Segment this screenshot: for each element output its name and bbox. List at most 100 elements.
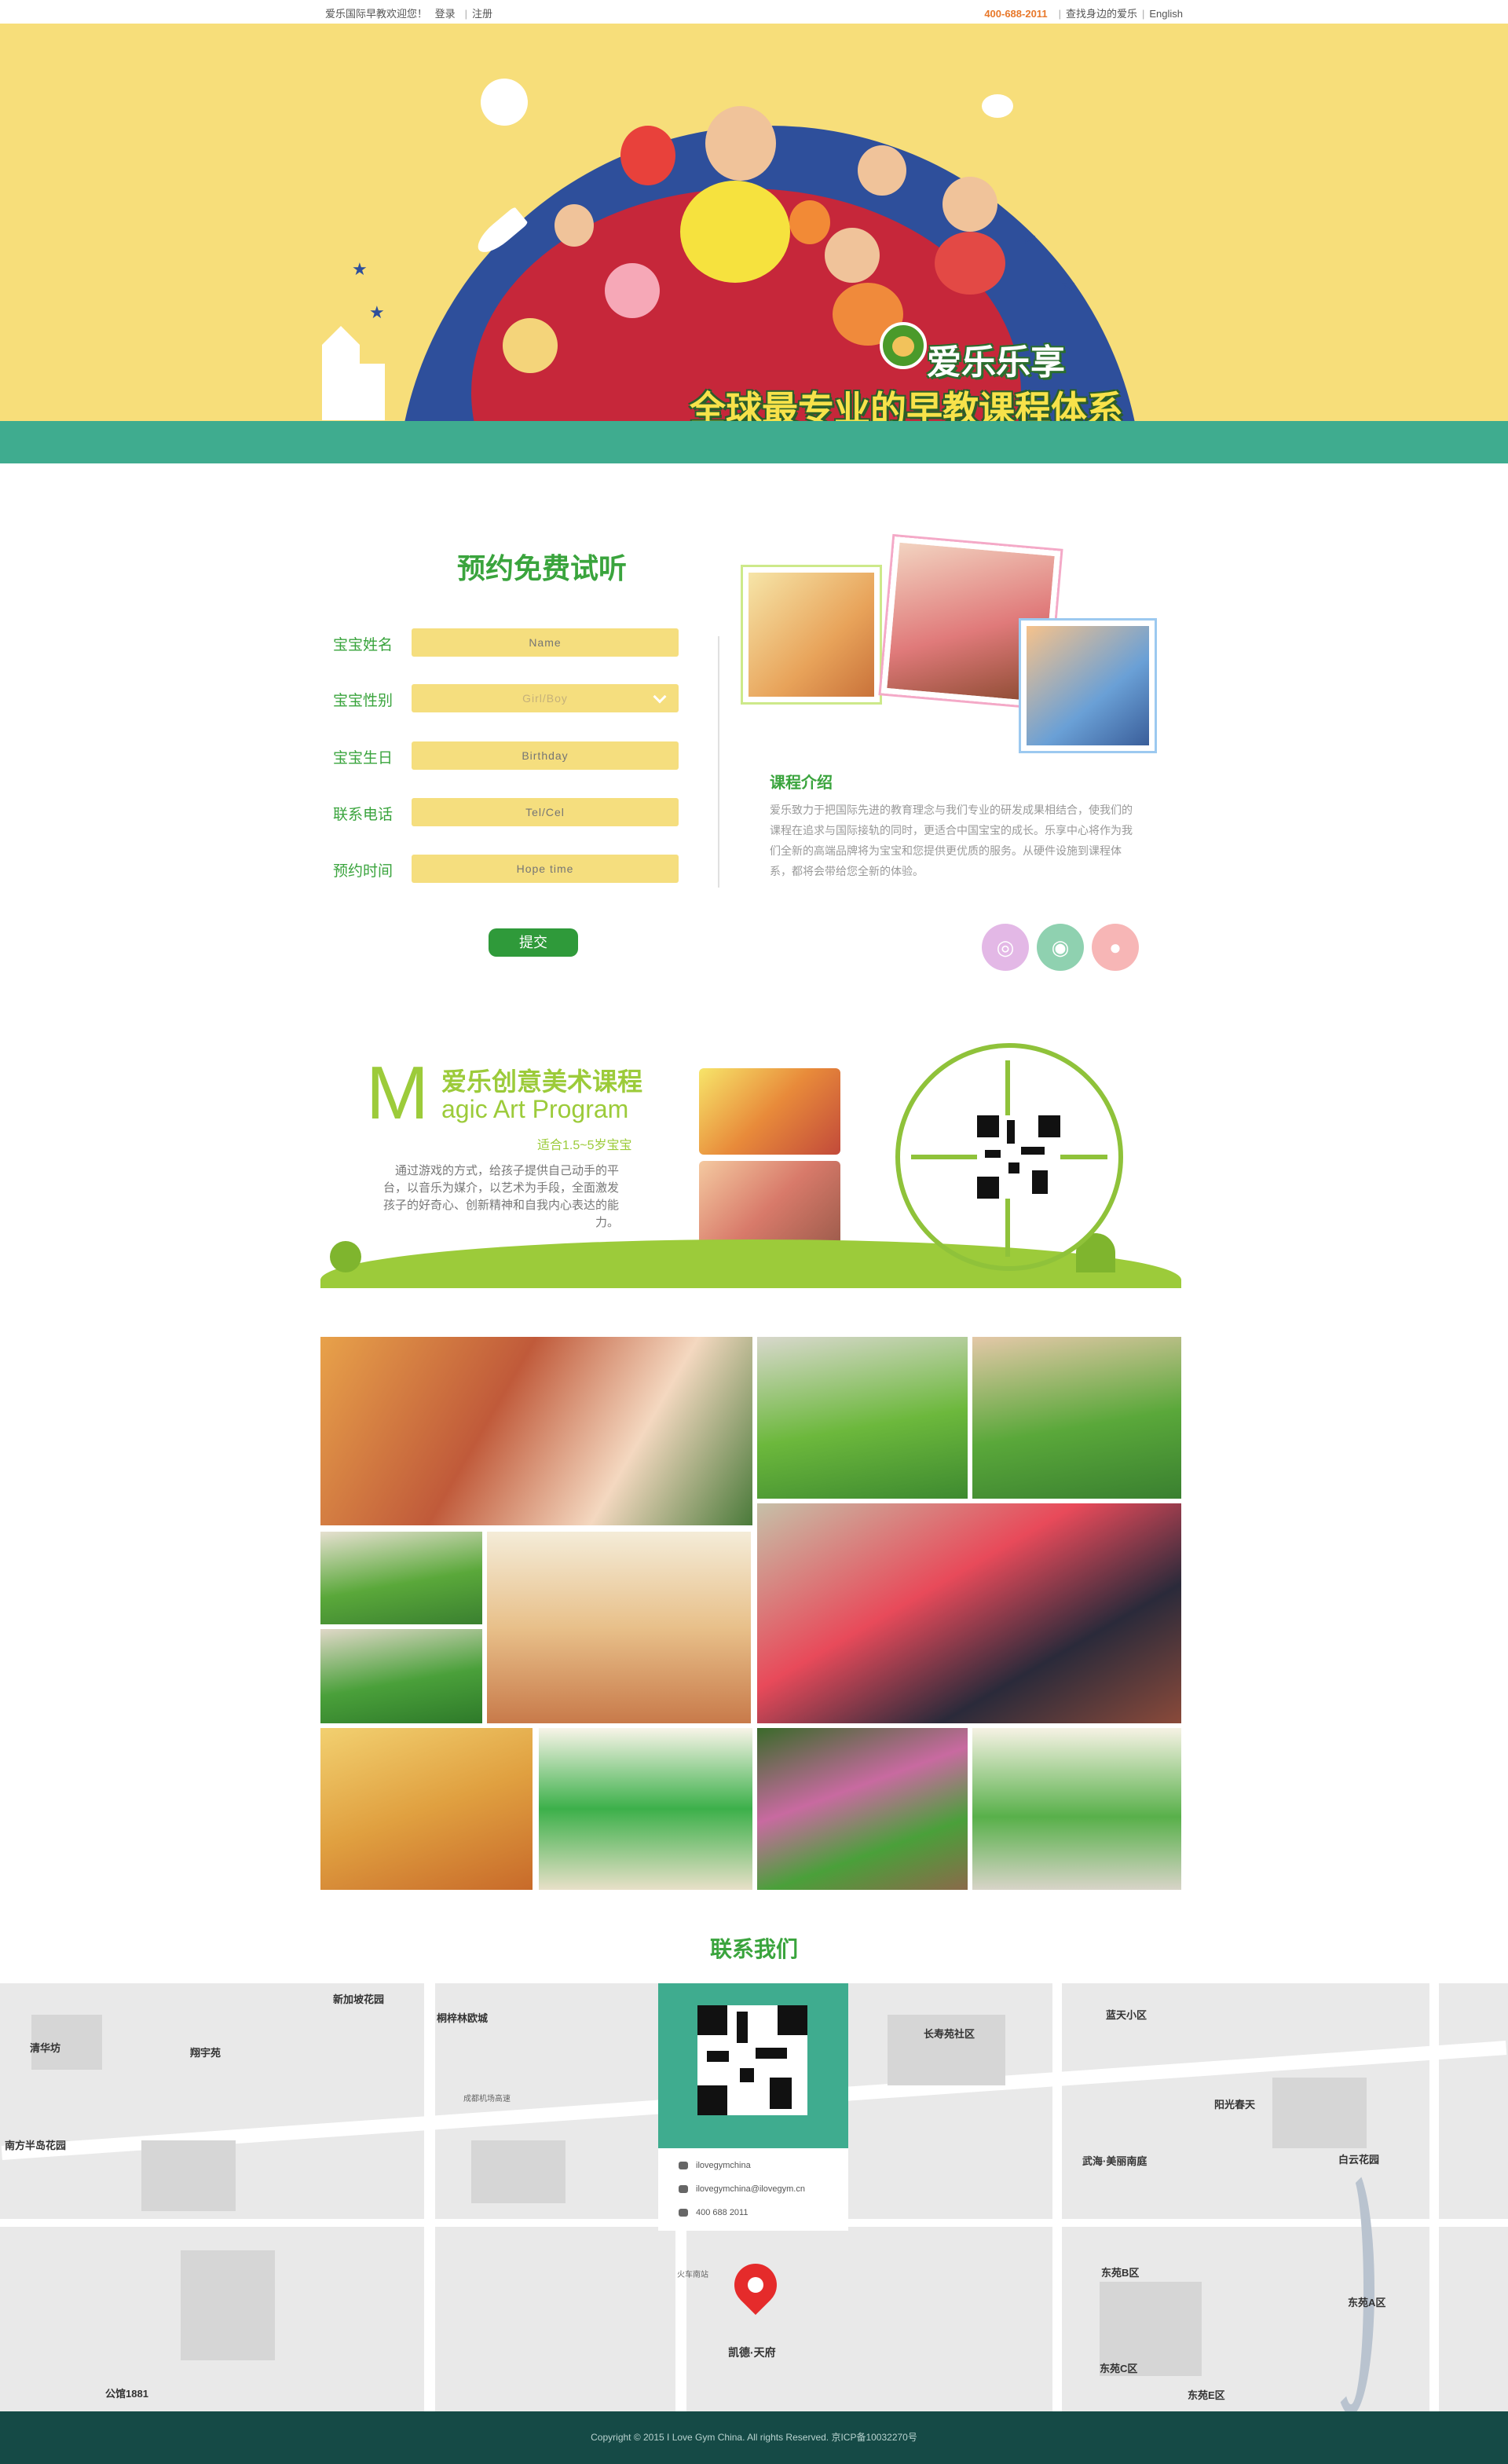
map-label: 新加坡花园	[333, 1994, 385, 2005]
map-label: 白云花园	[1338, 2154, 1380, 2166]
wechat-qr-code	[977, 1115, 1060, 1199]
contact-card: ilovegymchina ilovegymchina@ilovegym.cn …	[658, 1983, 848, 2231]
art-title-cn: 爱乐创意美术课程	[441, 1067, 643, 1096]
map-label: 成都机场高速	[463, 2095, 511, 2103]
child-figure	[935, 232, 1005, 295]
map-label: 东苑B区	[1101, 2267, 1140, 2279]
topbar-right: 400-688-2011 | 查找身边的爱乐 | English	[984, 8, 1183, 20]
contact-phone: 400 688 2011	[679, 2208, 748, 2217]
adult-shirt	[680, 181, 790, 283]
star-icon: ★	[1060, 275, 1076, 295]
child-figure	[555, 204, 594, 247]
form-row-name: 宝宝姓名	[333, 628, 679, 657]
map-block	[471, 2140, 566, 2203]
field-label: 联系电话	[333, 807, 393, 823]
art-age: 适合1.5~5岁宝宝	[537, 1139, 632, 1152]
gallery-photo	[320, 1728, 533, 1890]
map-block	[141, 2140, 236, 2211]
map-block	[1272, 2078, 1367, 2148]
form-row-time: 预约时间	[333, 855, 679, 883]
weibo-icon[interactable]: ◉	[1037, 924, 1084, 971]
contact-title: 联系我们	[709, 1937, 798, 1961]
gallery-photo	[972, 1728, 1181, 1890]
child-figure	[605, 263, 660, 318]
map-label: 东苑C区	[1100, 2363, 1138, 2374]
map-label: 桐梓林欧城	[437, 2012, 489, 2024]
course-photo	[1021, 621, 1155, 751]
gallery-photo	[757, 1503, 1181, 1723]
welcome-text: 爱乐国际早教欢迎您！	[325, 8, 428, 20]
submit-button[interactable]: 提交	[489, 928, 578, 957]
star-icon: ★	[369, 302, 385, 322]
map-label: 武海·美丽南庭	[1082, 2155, 1147, 2167]
birthday-input[interactable]	[412, 741, 679, 770]
map-label: 阳光春天	[1214, 2099, 1256, 2111]
map-label: 火车南站	[677, 2271, 708, 2279]
cloud-decoration	[481, 79, 528, 126]
gallery-photo	[487, 1532, 751, 1723]
cloud-decoration	[982, 94, 1013, 118]
hero-slogan: 全球最专业的早教课程体系	[690, 389, 1123, 421]
art-big-letter: M	[366, 1051, 429, 1135]
field-label: 宝宝姓名	[333, 637, 393, 654]
balloon-orange	[789, 200, 830, 244]
mail-icon	[679, 2185, 688, 2194]
gallery-photo	[757, 1337, 968, 1499]
hotline-phone: 400-688-2011	[984, 8, 1048, 20]
english-link[interactable]: English	[1149, 8, 1183, 20]
register-link[interactable]: 注册	[472, 8, 492, 20]
child-figure	[825, 228, 880, 283]
tree-icon	[330, 1241, 361, 1272]
map-road	[1429, 1983, 1439, 2411]
art-description: 通过游戏的方式，给孩子提供自己动手的平台，以音乐为媒介，以艺术为手段，全面激发孩…	[383, 1164, 620, 1229]
gender-select[interactable]: Girl/Boy	[412, 684, 679, 712]
divider-line	[718, 636, 719, 888]
contact-email[interactable]: ilovegymchina@ilovegym.cn	[679, 2184, 805, 2194]
map-label: 翔宇苑	[190, 2047, 221, 2059]
top-bar: 爱乐国际早教欢迎您！ 登录 | 注册 400-688-2011 | 查找身边的爱乐 | En…	[0, 0, 1508, 24]
wechat-icon	[679, 2162, 688, 2170]
course-description: 爱乐致力于把国际先进的教育理念与我们专业的研发成果相结合，使我们的课程在追求与国…	[770, 804, 1133, 877]
adult-figure	[705, 106, 776, 181]
monkey-logo-icon	[880, 322, 927, 369]
map-label: 蓝天小区	[1106, 2009, 1147, 2021]
map-road	[424, 1983, 435, 2411]
location-label: 凯德·天府	[728, 2346, 776, 2359]
gallery-photo	[320, 1532, 482, 1624]
map-label: 东苑E区	[1188, 2389, 1225, 2401]
name-input[interactable]	[412, 628, 679, 657]
swirl-icon[interactable]: ◎	[982, 924, 1029, 971]
map-block	[181, 2250, 275, 2360]
form-row-birthday: 宝宝生日	[333, 741, 679, 770]
gallery-photo	[539, 1728, 752, 1890]
map-label: 公馆1881	[105, 2388, 148, 2400]
wechat-qr-code	[697, 2005, 807, 2115]
form-row-phone: 联系电话	[333, 798, 679, 826]
field-label: 宝宝生日	[333, 750, 393, 767]
child-figure	[858, 145, 906, 196]
gallery-photo	[972, 1337, 1181, 1499]
hope-time-input[interactable]	[412, 855, 679, 883]
phone-input[interactable]	[412, 798, 679, 826]
find-store-link[interactable]: 查找身边的爱乐	[1066, 8, 1137, 20]
art-title-en: agic Art Program	[441, 1095, 629, 1123]
topbar-left: 爱乐国际早教欢迎您！ 登录 | 注册	[325, 8, 493, 20]
hero-banner: ★ ★ ★ ★ 爱乐乐享 全球最专业的早教课程体系	[0, 24, 1508, 421]
art-photo	[699, 1161, 840, 1252]
field-label: 预约时间	[333, 863, 393, 880]
booking-title: 预约免费试听	[456, 552, 627, 584]
star-icon: ★	[1021, 228, 1037, 247]
balloon-red	[620, 126, 675, 185]
art-photo	[699, 1068, 840, 1155]
child-figure	[942, 177, 997, 232]
form-row-gender: 宝宝性别 Girl/Boy	[333, 684, 679, 712]
course-photo	[743, 567, 880, 702]
star-icon: ★	[352, 259, 368, 279]
login-link[interactable]: 登录	[435, 8, 456, 20]
map-road	[1052, 1983, 1062, 2411]
map-river	[1327, 2164, 1374, 2411]
phone-icon	[679, 2209, 688, 2217]
castle-icon	[322, 326, 385, 420]
wechat-icon[interactable]: ●	[1092, 924, 1139, 971]
hero-brand: 爱乐乐享	[927, 343, 1065, 382]
